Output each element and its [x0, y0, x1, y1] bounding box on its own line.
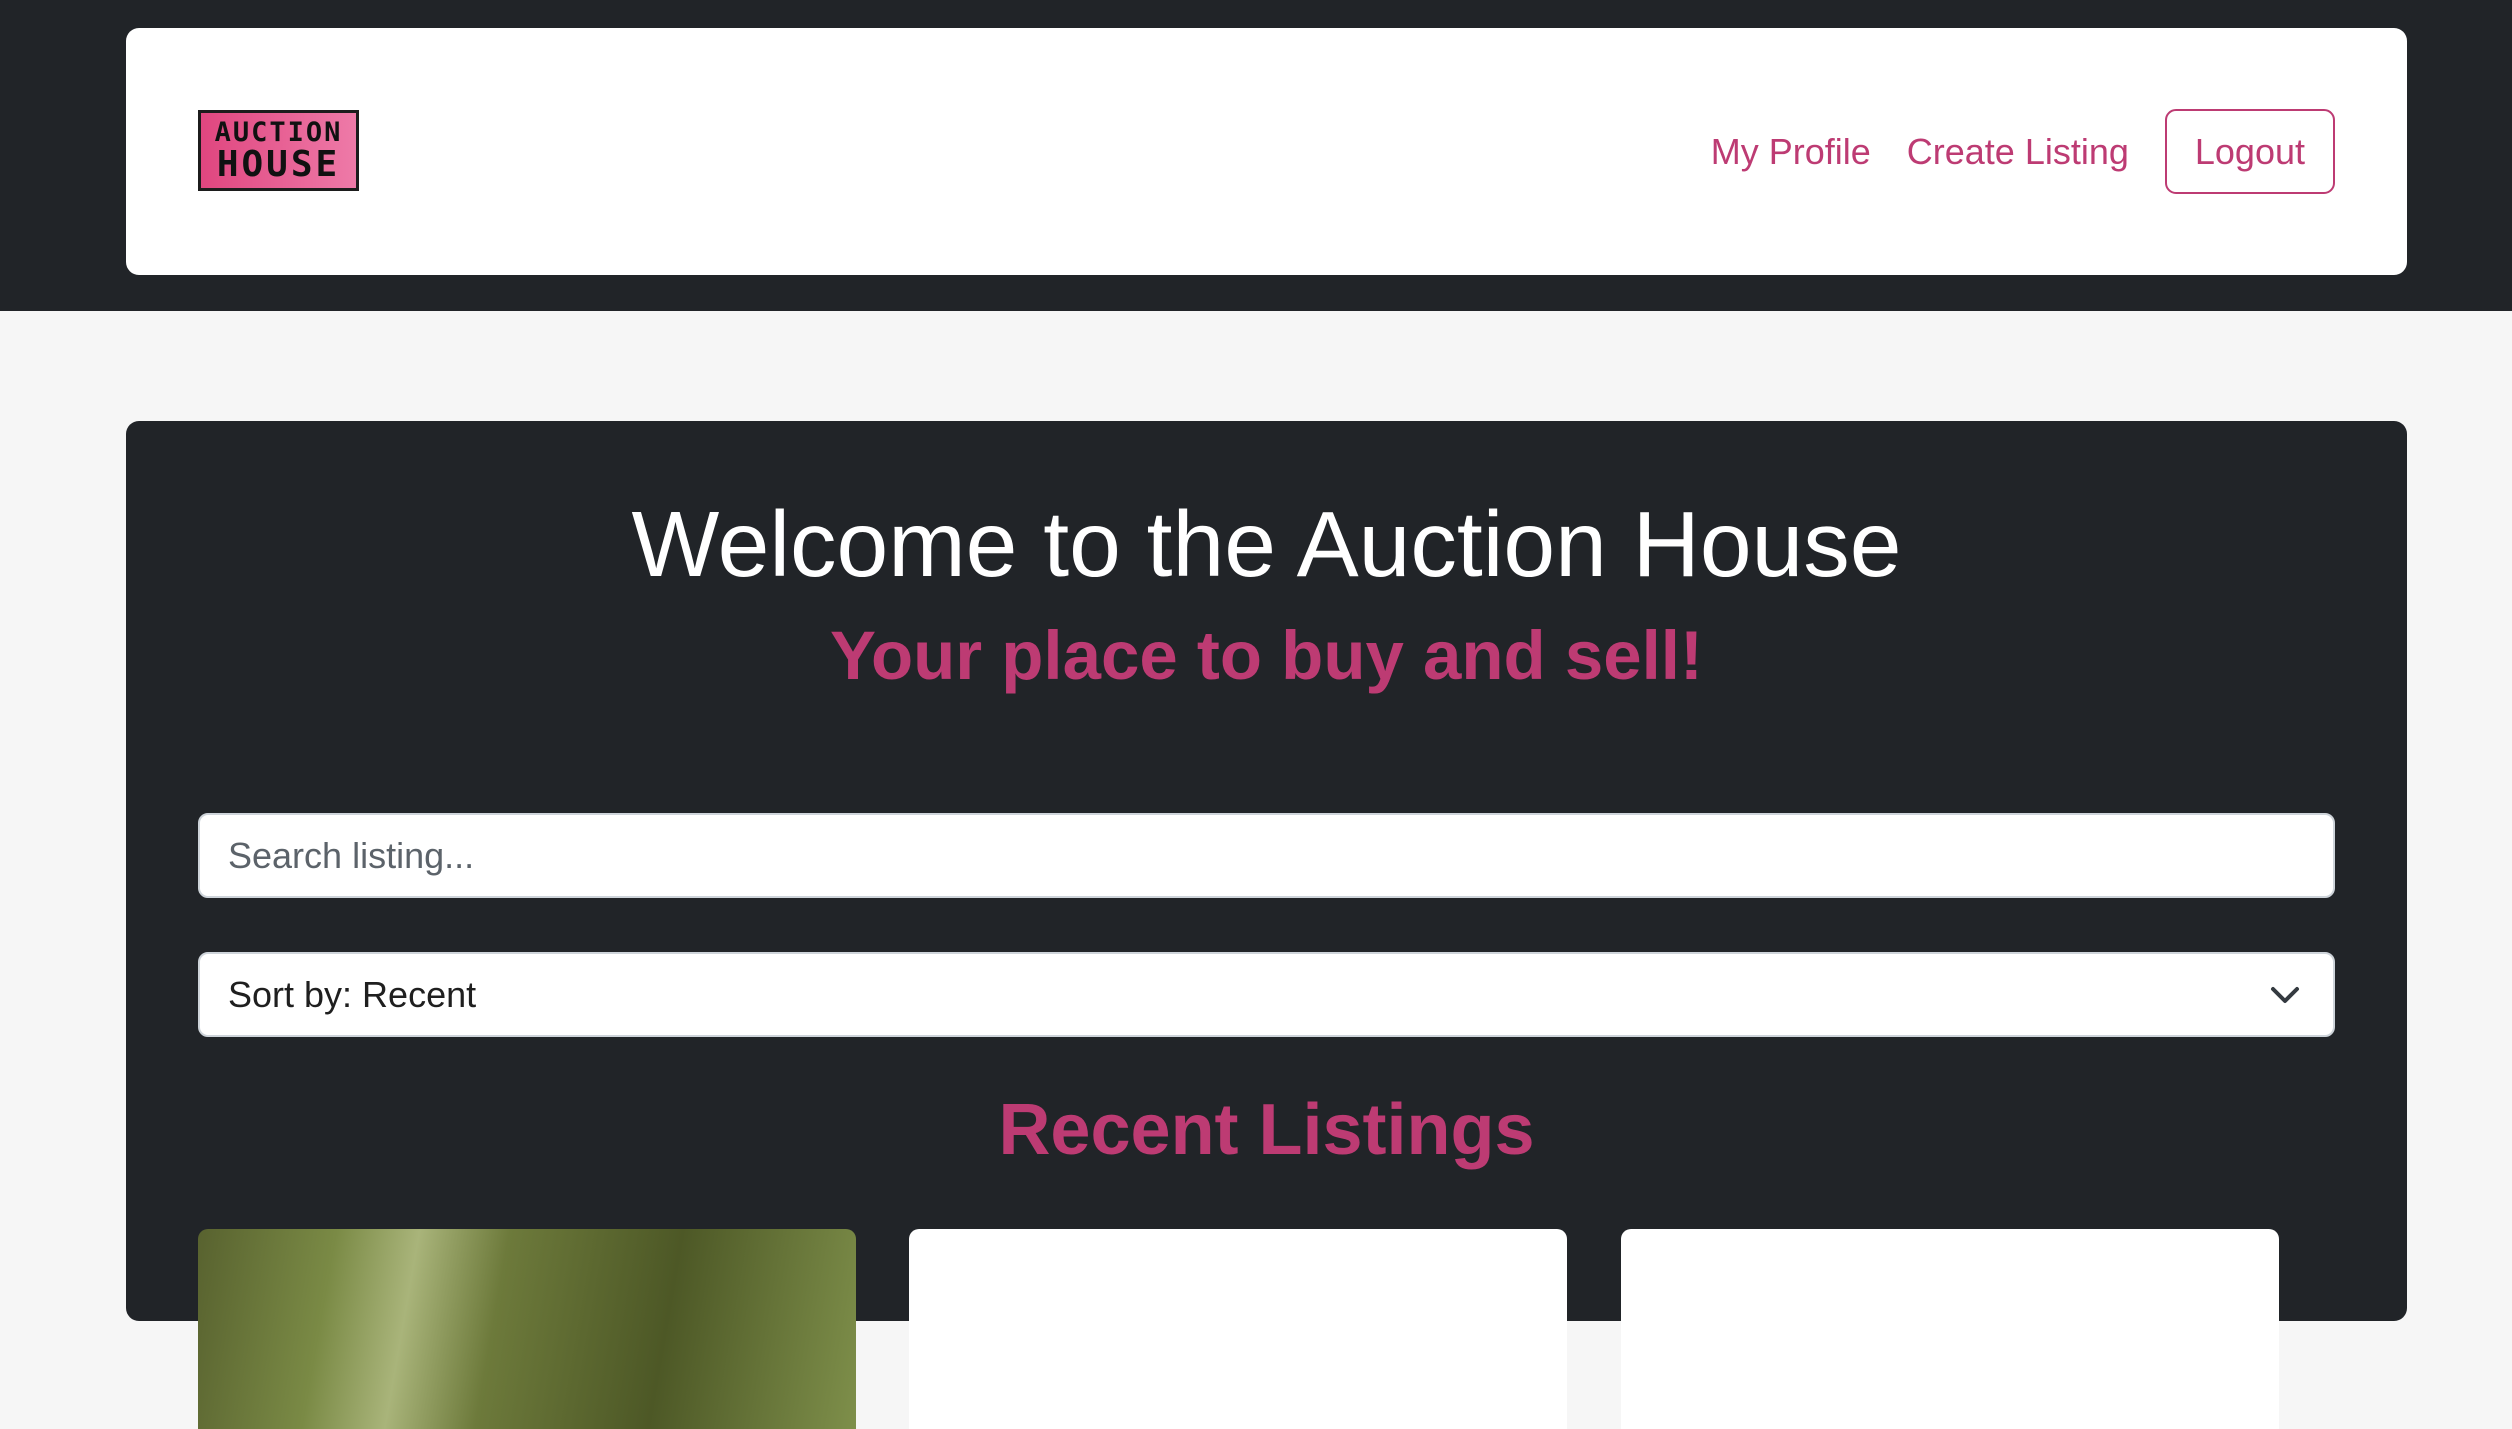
listing-image	[909, 1229, 1567, 1429]
logo-line-1: AUCTION	[214, 116, 343, 148]
listing-image	[1621, 1229, 2279, 1429]
listing-card[interactable]	[198, 1229, 856, 1429]
listing-card[interactable]	[909, 1229, 1567, 1429]
my-profile-link[interactable]: My Profile	[1711, 131, 1871, 173]
sort-selected-value: Sort by: Recent	[228, 973, 477, 1015]
page-subtitle: Your place to buy and sell!	[830, 617, 1703, 694]
sort-select[interactable]: Sort by: Recent	[198, 952, 2335, 1037]
auction-house-logo[interactable]: AUCTION HOUSE	[198, 110, 359, 191]
hero-panel: Welcome to the Auction House Your place …	[126, 421, 2407, 1429]
listing-card[interactable]	[1621, 1229, 2279, 1429]
navbar: AUCTION HOUSE My Profile Create Listing …	[126, 28, 2407, 275]
header-band: AUCTION HOUSE My Profile Create Listing …	[0, 0, 2512, 311]
nav-links: My Profile Create Listing Logout	[1711, 109, 2335, 194]
search-input[interactable]	[198, 813, 2335, 898]
page-title: Welcome to the Auction House	[631, 492, 1902, 596]
logo-line-2: HOUSE	[216, 143, 341, 185]
logout-button[interactable]: Logout	[2164, 109, 2335, 194]
listing-image	[198, 1229, 856, 1429]
create-listing-link[interactable]: Create Listing	[1907, 131, 2129, 173]
recent-listings-heading: Recent Listings	[998, 1090, 1535, 1170]
chevron-down-icon	[2271, 986, 2299, 1003]
